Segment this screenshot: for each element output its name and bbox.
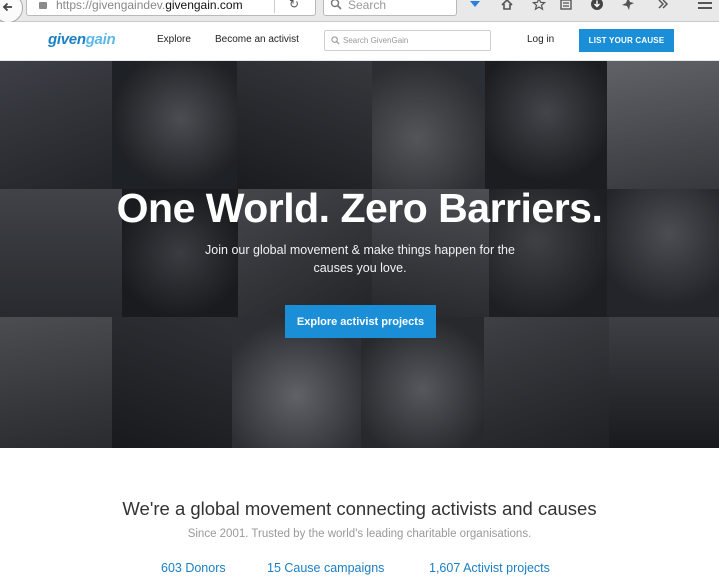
stat-cause-campaigns[interactable]: 15 Cause campaigns — [267, 561, 384, 575]
nav-explore[interactable]: Explore — [157, 34, 191, 45]
hamburger-menu-icon[interactable] — [698, 2, 712, 12]
back-button[interactable] — [0, 0, 23, 23]
home-icon[interactable] — [499, 0, 515, 12]
browser-search-placeholder: Search — [348, 0, 387, 12]
url-text: https://givengaindev.givengain.com — [56, 0, 243, 12]
explore-activist-projects-button[interactable]: Explore activist projects — [285, 305, 436, 338]
search-icon — [331, 36, 340, 45]
hero-banner: One World. Zero Barriers. Join our globa… — [0, 61, 719, 448]
site-search-input[interactable] — [343, 32, 488, 49]
search-icon — [330, 0, 342, 10]
login-link[interactable]: Log in — [527, 34, 554, 45]
nav-become-activist[interactable]: Become an activist — [215, 34, 299, 45]
browser-search-box[interactable]: Search — [323, 0, 457, 16]
list-your-cause-button[interactable]: LIST YOUR CAUSE — [579, 29, 674, 52]
reload-icon[interactable]: ↻ — [289, 0, 299, 11]
hero-subtitle: Join our global movement & make things h… — [205, 243, 515, 275]
bookmark-star-icon[interactable] — [531, 0, 547, 12]
stat-activist-projects[interactable]: 1,607 Activist projects — [429, 561, 550, 575]
site-header: givengain Explore Become an activist Log… — [0, 22, 719, 61]
back-arrow-icon — [2, 2, 12, 12]
download-icon[interactable] — [589, 0, 605, 12]
extension-icon[interactable] — [620, 0, 636, 12]
site-search-box[interactable] — [324, 30, 491, 51]
overflow-chevron-icon[interactable] — [655, 0, 671, 12]
lock-icon — [39, 2, 47, 9]
hero-title: One World. Zero Barriers. — [116, 185, 603, 231]
reading-list-icon[interactable] — [558, 0, 574, 12]
browser-toolbar: https://givengaindev.givengain.com ↻ Sea… — [0, 0, 719, 23]
address-bar[interactable]: https://givengaindev.givengain.com ↻ — [26, 0, 316, 16]
stat-donors[interactable]: 603 Donors — [161, 561, 226, 575]
mission-heading: We're a global movement connecting activ… — [122, 498, 597, 519]
pocket-icon[interactable] — [467, 0, 483, 12]
givengain-logo[interactable]: givengain — [48, 31, 116, 48]
mission-subheading: Since 2001. Trusted by the world's leadi… — [187, 528, 532, 540]
